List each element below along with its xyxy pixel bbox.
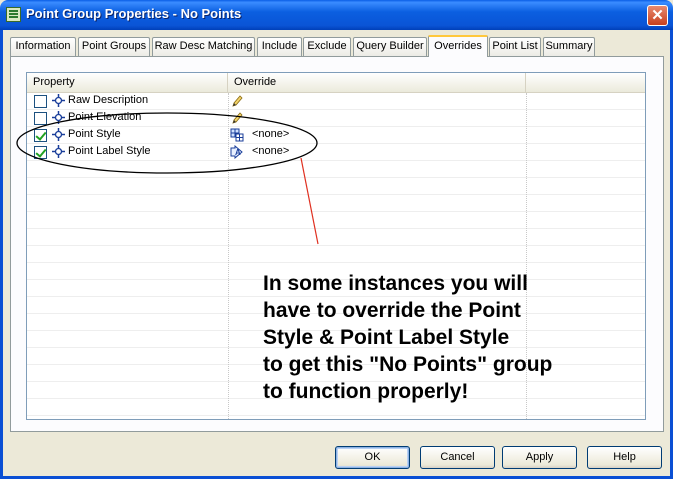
svg-text:A: A xyxy=(235,148,241,157)
pencil-icon[interactable] xyxy=(230,111,244,125)
tab-information[interactable]: Information xyxy=(10,37,76,56)
point-property-icon xyxy=(52,111,65,124)
column-header-override[interactable]: Override xyxy=(228,73,526,92)
grid-row-point-elevation[interactable]: Point Elevation xyxy=(27,110,645,127)
column-header-property[interactable]: Property xyxy=(27,73,228,92)
property-label: Point Style xyxy=(68,128,121,140)
grid-header: Property Override xyxy=(27,73,645,93)
grid-row-point-style[interactable]: Point Style <none> xyxy=(27,127,645,144)
annotation-line: to get this "No Points" group xyxy=(263,353,553,376)
tab-include[interactable]: Include xyxy=(257,37,302,56)
tab-overrides[interactable]: Overrides xyxy=(428,35,488,57)
point-label-style-checkbox[interactable] xyxy=(34,146,47,159)
raw-description-checkbox[interactable] xyxy=(34,95,47,108)
window-title: Point Group Properties - No Points xyxy=(26,6,242,21)
override-value[interactable]: <none> xyxy=(252,145,289,157)
tab-query-builder[interactable]: Query Builder xyxy=(353,37,427,56)
close-button[interactable]: ✕ xyxy=(647,5,668,26)
point-property-icon xyxy=(52,94,65,107)
tab-point-list[interactable]: Point List xyxy=(489,37,541,56)
property-label: Point Label Style xyxy=(68,145,151,157)
grid-row-raw-description[interactable]: Raw Description xyxy=(27,93,645,110)
tab-exclude[interactable]: Exclude xyxy=(303,37,351,56)
cancel-button[interactable]: Cancel xyxy=(420,446,495,469)
window-border-left xyxy=(0,30,3,479)
title-bar[interactable]: Point Group Properties - No Points ✕ xyxy=(0,0,673,30)
point-style-checkbox[interactable] xyxy=(34,129,47,142)
tab-point-groups[interactable]: Point Groups xyxy=(78,37,150,56)
point-property-icon xyxy=(52,128,65,141)
annotation-line: have to override the Point xyxy=(263,299,521,322)
point-property-icon xyxy=(52,145,65,158)
tab-raw-desc-matching[interactable]: Raw Desc Matching xyxy=(152,37,255,56)
column-header-empty xyxy=(526,73,645,92)
annotation-text: In some instances you will have to overr… xyxy=(263,270,643,405)
property-label: Raw Description xyxy=(68,94,149,106)
pencil-icon[interactable] xyxy=(230,94,244,108)
override-value[interactable]: <none> xyxy=(252,128,289,140)
label-style-icon[interactable]: A xyxy=(230,145,244,159)
ok-button[interactable]: OK xyxy=(335,446,410,469)
annotation-line: Style & Point Label Style xyxy=(263,326,510,349)
tab-summary[interactable]: Summary xyxy=(543,37,595,56)
help-button[interactable]: Help xyxy=(587,446,662,469)
apply-button[interactable]: Apply xyxy=(502,446,577,469)
point-style-icon[interactable] xyxy=(230,128,244,142)
grid-row-point-label-style[interactable]: Point Label Style A <none> xyxy=(27,144,645,161)
point-group-app-icon xyxy=(6,7,21,22)
annotation-line: to function properly! xyxy=(263,380,469,403)
annotation-line: In some instances you will xyxy=(263,272,528,295)
property-label: Point Elevation xyxy=(68,111,142,123)
point-elevation-checkbox[interactable] xyxy=(34,112,47,125)
